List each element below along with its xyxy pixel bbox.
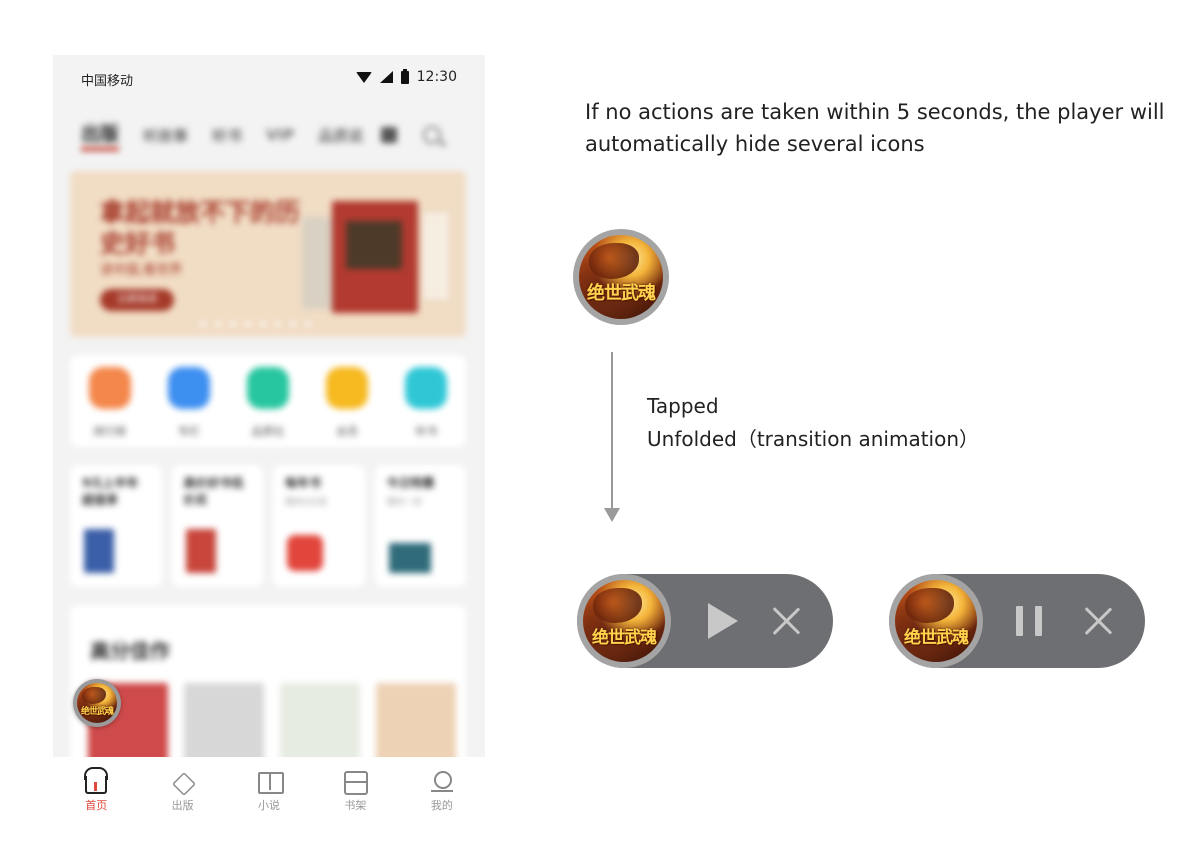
search-icon[interactable]: [423, 126, 442, 144]
album-cover: 绝世武魂: [77, 683, 117, 723]
category-grid-icon[interactable]: [381, 127, 398, 143]
feature-card[interactable]: 高价好书低价买: [171, 465, 263, 587]
feature-title: 9元上半年超值享: [82, 476, 139, 507]
promo-banner[interactable]: 拿起就放不下的历史好书 读中国,看世界 立即阅读: [70, 171, 466, 337]
collapsed-player[interactable]: 绝世武魂: [573, 229, 669, 325]
banner-button[interactable]: 立即阅读: [100, 289, 174, 311]
tab-home[interactable]: 首页: [53, 757, 139, 823]
bookshelf-icon: [344, 770, 369, 795]
layers-icon: [171, 770, 196, 796]
feature-title: 今日特惠: [386, 476, 435, 490]
tap-note: Tapped Unfolded（transition animation）: [647, 390, 979, 456]
carrier-label: 中国移动: [81, 74, 134, 89]
expanded-player-playing: 绝世武魂: [889, 574, 1145, 668]
book-thumbnail: [185, 529, 216, 573]
tab-label: 出版: [171, 799, 194, 812]
album-cover-text: 绝世武魂: [592, 627, 657, 648]
feature-card[interactable]: 今日特惠 限时一折: [374, 465, 466, 587]
album-cover: 绝世武魂: [895, 580, 977, 662]
tab-label: 首页: [85, 799, 108, 812]
quick-entry-label: 排行榜: [93, 425, 127, 438]
album-cover: 绝世武魂: [579, 235, 663, 319]
tab-bookshelf[interactable]: 书架: [312, 757, 398, 823]
quick-entry-column[interactable]: 专栏: [159, 367, 219, 439]
feature-card[interactable]: 9元上半年超值享: [70, 465, 162, 587]
quick-entry-ranking[interactable]: 排行榜: [80, 367, 140, 439]
feature-subtitle: 限时一折: [386, 498, 423, 508]
expanded-player-paused: 绝世武魂: [577, 574, 833, 668]
person-icon: [430, 770, 453, 792]
quick-entry-label: 专栏: [177, 425, 200, 438]
quick-entry-member[interactable]: 会员: [317, 367, 377, 439]
tap-note-line2: Unfolded（transition animation）: [647, 427, 980, 451]
column-icon: [167, 367, 210, 409]
gift-box-icon: [388, 543, 431, 573]
quick-entry-listen[interactable]: 听书: [396, 367, 456, 439]
quick-entry-label: 听书: [415, 425, 438, 438]
feature-subtitle: 限时0元领: [285, 498, 327, 508]
signal-icon: [379, 71, 393, 83]
book-open-icon: [258, 770, 285, 794]
tab-audiobooks[interactable]: 听书: [212, 125, 242, 146]
play-icon[interactable]: [708, 603, 738, 639]
quality-icon: [246, 367, 289, 409]
home-icon: [84, 767, 109, 794]
close-icon[interactable]: [1082, 605, 1114, 637]
banner-book-image: [422, 211, 450, 301]
tab-novel[interactable]: 小说: [226, 757, 312, 823]
quick-entry-label: 会员: [336, 425, 359, 438]
album-cover-text: 绝世武魂: [587, 282, 656, 304]
status-indicators: 12:30: [355, 68, 457, 85]
close-icon[interactable]: [770, 605, 802, 637]
transition-arrow-line: [611, 352, 613, 510]
album-cover: 绝世武魂: [583, 580, 665, 662]
arrow-down-icon: [604, 508, 620, 522]
album-cover-frame[interactable]: 绝世武魂: [889, 574, 983, 668]
red-envelope-icon: [287, 535, 323, 571]
quick-entry-label: 品质社: [251, 425, 285, 438]
status-bar: 中国移动 12:30: [53, 55, 485, 101]
battery-icon: [400, 68, 409, 84]
tab-stories[interactable]: 听故事: [143, 125, 188, 146]
wifi-icon: [355, 71, 372, 83]
quick-entry-card: 排行榜 专栏 品质社 会员 听书: [70, 355, 466, 447]
feature-cards: 9元上半年超值享 高价好书低价买 每年书 限时0元领 今日特惠 限时一折: [70, 465, 466, 587]
feature-card[interactable]: 每年书 限时0元领: [273, 465, 365, 587]
tab-label: 小说: [258, 799, 281, 812]
idle-note: If no actions are taken within 5 seconds…: [585, 100, 1165, 156]
section-title: 高分佳作: [90, 639, 170, 663]
quick-entry-quality[interactable]: 品质社: [238, 367, 298, 439]
album-cover-frame[interactable]: 绝世武魂: [577, 574, 671, 668]
album-cover-text: 绝世武魂: [904, 627, 969, 648]
feature-title: 高价好书低价买: [183, 476, 244, 507]
tab-label: 书架: [344, 799, 367, 812]
feature-title: 每年书: [285, 476, 322, 490]
bottom-tab-bar: 首页 出版 小说 书架 我的: [53, 757, 485, 823]
top-nav: 出版 听故事 听书 VIP 品质说: [53, 115, 485, 155]
banner-book-image: [332, 201, 418, 313]
member-icon: [326, 367, 369, 409]
carousel-dots: [200, 321, 311, 327]
tab-label: 我的: [430, 799, 453, 812]
clock: 12:30: [416, 69, 457, 85]
ranking-icon: [88, 367, 131, 409]
phone-screen: 中国移动 12:30 出版 听故事 听书 VIP 品质说 拿起就放不下的历史好书…: [53, 55, 485, 823]
banner-subtitle: 读中国,看世界: [100, 263, 183, 278]
tab-vip[interactable]: VIP: [266, 126, 294, 144]
tap-note-line1: Tapped: [647, 394, 719, 418]
tab-publish[interactable]: 出版: [81, 119, 120, 151]
pause-icon[interactable]: [1016, 606, 1042, 636]
tab-quality[interactable]: 品质说: [318, 125, 363, 146]
tab-profile[interactable]: 我的: [399, 757, 485, 823]
floating-audio-player[interactable]: 绝世武魂: [73, 679, 121, 727]
album-cover-text: 绝世武魂: [80, 706, 114, 717]
book-thumbnail: [84, 529, 114, 573]
tab-publish[interactable]: 出版: [139, 757, 225, 823]
headphones-icon: [405, 367, 448, 409]
banner-title: 拿起就放不下的历史好书: [100, 198, 301, 258]
